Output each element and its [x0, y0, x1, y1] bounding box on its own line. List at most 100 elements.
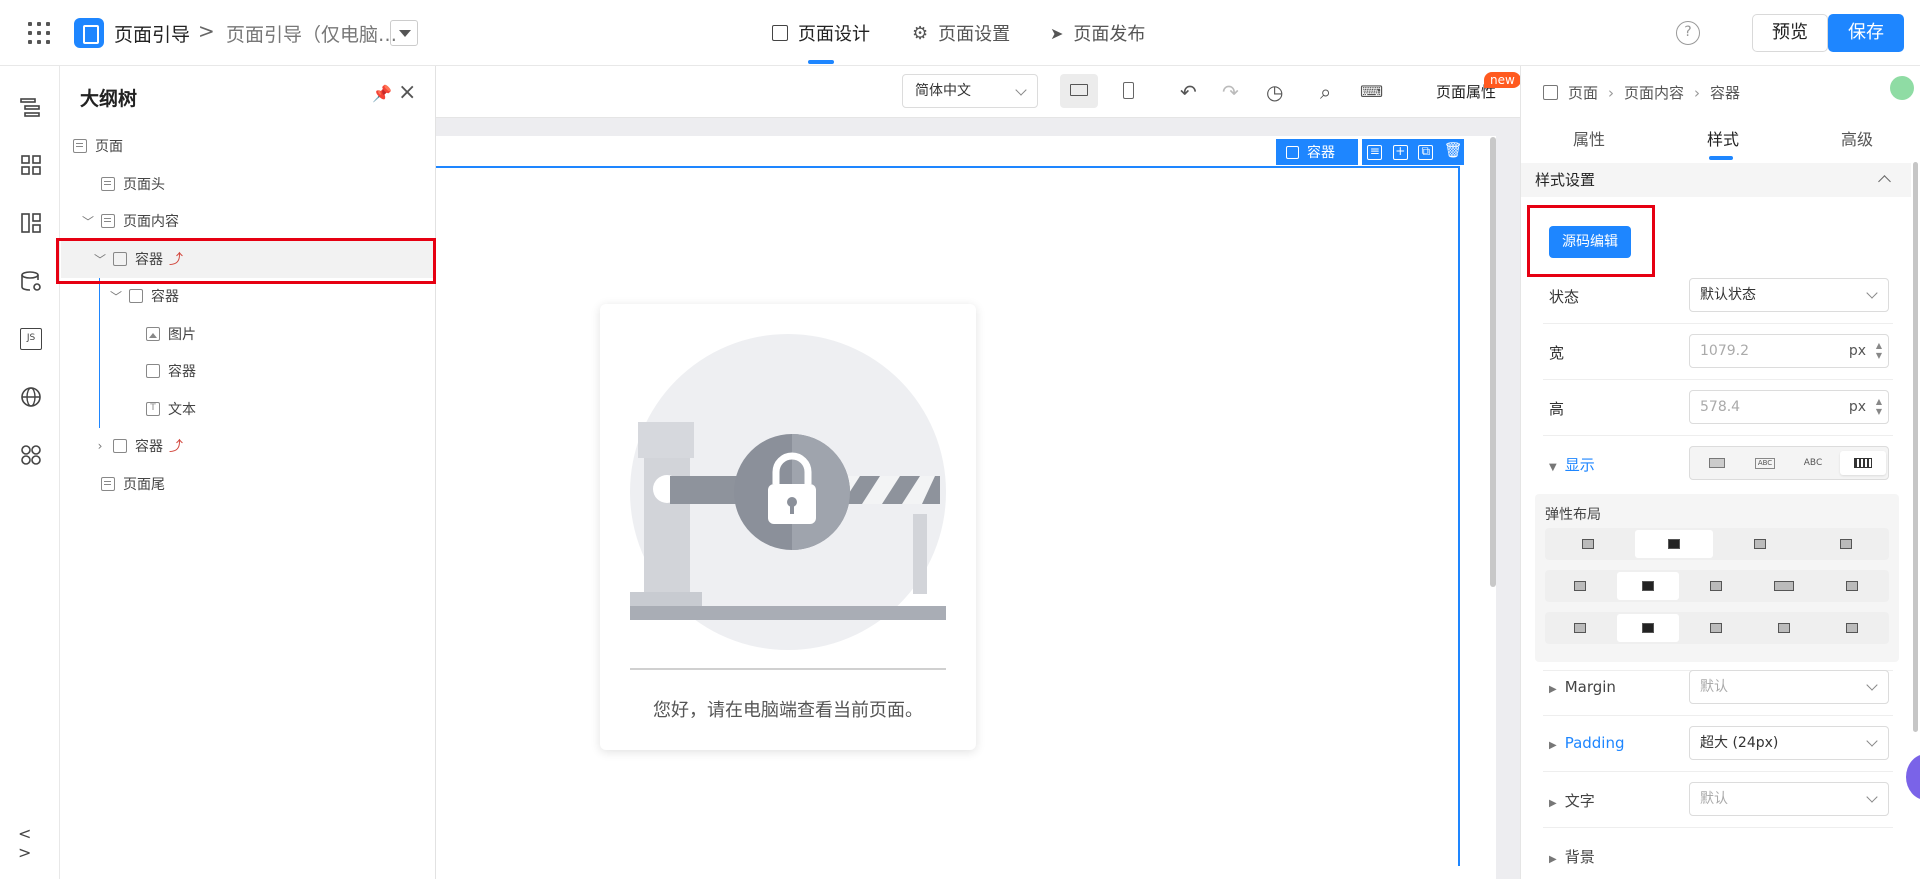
help-icon[interactable]: ?	[1676, 21, 1700, 45]
breadcrumb-page-content[interactable]: 页面内容	[1624, 82, 1684, 103]
margin-toggle[interactable]: ▶ Margin	[1549, 678, 1616, 696]
chevron-down-icon[interactable]: ﹀	[81, 213, 95, 230]
caret-right-icon: ▶	[1549, 854, 1557, 865]
align-end-icon	[1710, 581, 1722, 591]
close-icon[interactable]: ×	[398, 80, 416, 105]
edit-icon[interactable]: ≡	[1367, 144, 1383, 160]
properties-scrollbar[interactable]	[1913, 162, 1918, 732]
align-baseline-option[interactable]	[1821, 572, 1883, 600]
align-end-option[interactable]	[1685, 572, 1747, 600]
preview-button[interactable]: 预览	[1752, 14, 1828, 52]
state-label: 状态	[1549, 288, 1580, 306]
text-toggle[interactable]: ▶ 文字	[1549, 790, 1595, 811]
padding-select[interactable]: 超大 (24px)	[1689, 726, 1889, 760]
margin-select[interactable]: 默认	[1689, 670, 1889, 704]
tab-page-settings[interactable]: ⚙ 页面设置	[912, 20, 1010, 46]
stepper-icon[interactable]: ▲ ▼	[1876, 341, 1882, 361]
tree-node-content[interactable]: ﹀ 页面内容	[61, 202, 436, 240]
width-input[interactable]: 1079.2 px ▲ ▼	[1689, 334, 1889, 368]
tab-advanced[interactable]: 高级	[1841, 126, 1873, 150]
globe-icon[interactable]	[20, 386, 42, 408]
tree-node-container[interactable]: 容器	[61, 352, 436, 390]
flex-column-reverse-option[interactable]	[1807, 530, 1885, 558]
keyboard-icon[interactable]: ⌨	[1360, 82, 1383, 101]
width-label: 宽	[1549, 344, 1565, 362]
container-tag[interactable]: 容器	[1276, 139, 1358, 165]
datasource-icon[interactable]	[20, 270, 42, 292]
breadcrumb-page[interactable]: 页面	[1568, 82, 1598, 103]
copy-icon[interactable]: ⧉	[1418, 144, 1434, 160]
align-start-option[interactable]	[1549, 572, 1611, 600]
display-inline-option[interactable]: ABC	[1790, 451, 1836, 475]
apps-icon[interactable]	[20, 444, 42, 466]
stepper-icon[interactable]: ▲ ▼	[1876, 397, 1882, 417]
app-grid-icon[interactable]	[28, 22, 50, 44]
chevron-down-icon[interactable]: ﹀	[109, 288, 123, 305]
text-select[interactable]: 默认	[1689, 782, 1889, 816]
flex-row-reverse-option[interactable]	[1721, 530, 1799, 558]
display-inline-block-option[interactable]: ABC	[1742, 451, 1788, 475]
tab-styles[interactable]: 样式	[1707, 126, 1739, 150]
justify-around-option[interactable]	[1821, 614, 1883, 642]
arrow-up-icon	[1840, 539, 1852, 549]
add-icon[interactable]: +	[1392, 144, 1408, 160]
style-settings-header[interactable]: 样式设置	[1521, 163, 1911, 197]
tree-node-container[interactable]: › 容器 ⤴	[61, 427, 436, 465]
display-block-option[interactable]	[1694, 451, 1740, 475]
height-input[interactable]: 578.4 px ▲ ▼	[1689, 390, 1889, 424]
justify-end-option[interactable]	[1685, 614, 1747, 642]
app-logo-icon	[74, 18, 104, 48]
page-switch-dropdown-icon[interactable]	[390, 20, 418, 46]
app-title[interactable]: 页面引导	[114, 20, 190, 47]
js-icon[interactable]: JS	[20, 328, 42, 350]
flex-icon	[1854, 457, 1872, 468]
layout-icon[interactable]	[20, 212, 42, 234]
tab-properties[interactable]: 属性	[1573, 126, 1605, 150]
tree-node-header[interactable]: 页面头	[61, 165, 436, 203]
tree-node-footer[interactable]: 页面尾	[61, 465, 436, 503]
display-flex-option[interactable]	[1840, 451, 1886, 475]
justify-start-option[interactable]	[1549, 614, 1611, 642]
tab-page-publish[interactable]: ➤ 页面发布	[1050, 20, 1145, 46]
display-toggle[interactable]: ▼ 显示	[1549, 454, 1595, 475]
tree-node-image[interactable]: 图片	[61, 315, 436, 353]
align-baseline-icon	[1846, 581, 1858, 591]
state-select[interactable]: 默认状态	[1689, 278, 1889, 312]
language-select[interactable]: 简体中文	[902, 74, 1038, 108]
container-icon	[1543, 85, 1558, 100]
divider	[1543, 435, 1893, 436]
chevron-up-icon[interactable]	[1878, 175, 1891, 188]
redo-icon[interactable]: ↷	[1222, 80, 1239, 104]
save-button[interactable]: 保存	[1828, 14, 1904, 52]
align-center-option[interactable]	[1617, 572, 1679, 600]
breadcrumb-container[interactable]: 容器	[1710, 82, 1740, 103]
page-name[interactable]: 页面引导（仅电脑…	[226, 20, 397, 47]
tab-page-design[interactable]: 页面设计	[772, 20, 870, 46]
image-icon	[146, 327, 160, 341]
justify-center-option[interactable]	[1617, 614, 1679, 642]
flex-row-option[interactable]	[1549, 530, 1627, 558]
tree-node-page[interactable]: 页面	[61, 127, 436, 165]
chevron-right-icon[interactable]: ›	[93, 439, 107, 453]
search-icon[interactable]: ⌕	[1320, 80, 1331, 104]
justify-between-option[interactable]	[1753, 614, 1815, 642]
padding-toggle[interactable]: ▶ Padding	[1549, 734, 1625, 752]
delete-icon[interactable]: 🗑	[1444, 142, 1463, 160]
background-toggle[interactable]: ▶ 背景	[1549, 846, 1595, 867]
mobile-view-button[interactable]	[1110, 74, 1148, 108]
pin-icon[interactable]: 📌	[372, 84, 392, 103]
canvas-scrollbar[interactable]	[1490, 137, 1496, 587]
text-label: 文字	[1564, 792, 1595, 810]
code-icon[interactable]: < >	[18, 824, 48, 862]
components-icon[interactable]	[20, 154, 42, 176]
undo-icon[interactable]: ↶	[1180, 80, 1197, 104]
tree-node-text[interactable]: T 文本	[61, 390, 436, 428]
desktop-view-button[interactable]	[1060, 74, 1098, 108]
outline-icon[interactable]	[20, 96, 42, 118]
top-bar: 页面引导 > 页面引导（仅电脑… 页面设计 ⚙ 页面设置 ➤ 页面发布 ? 预览…	[0, 0, 1920, 66]
chevron-right-icon: ›	[1694, 83, 1701, 102]
history-icon[interactable]: ◷	[1266, 80, 1283, 104]
align-stretch-option[interactable]	[1753, 572, 1815, 600]
flex-column-option[interactable]	[1635, 530, 1713, 558]
block-icon	[1709, 457, 1725, 468]
